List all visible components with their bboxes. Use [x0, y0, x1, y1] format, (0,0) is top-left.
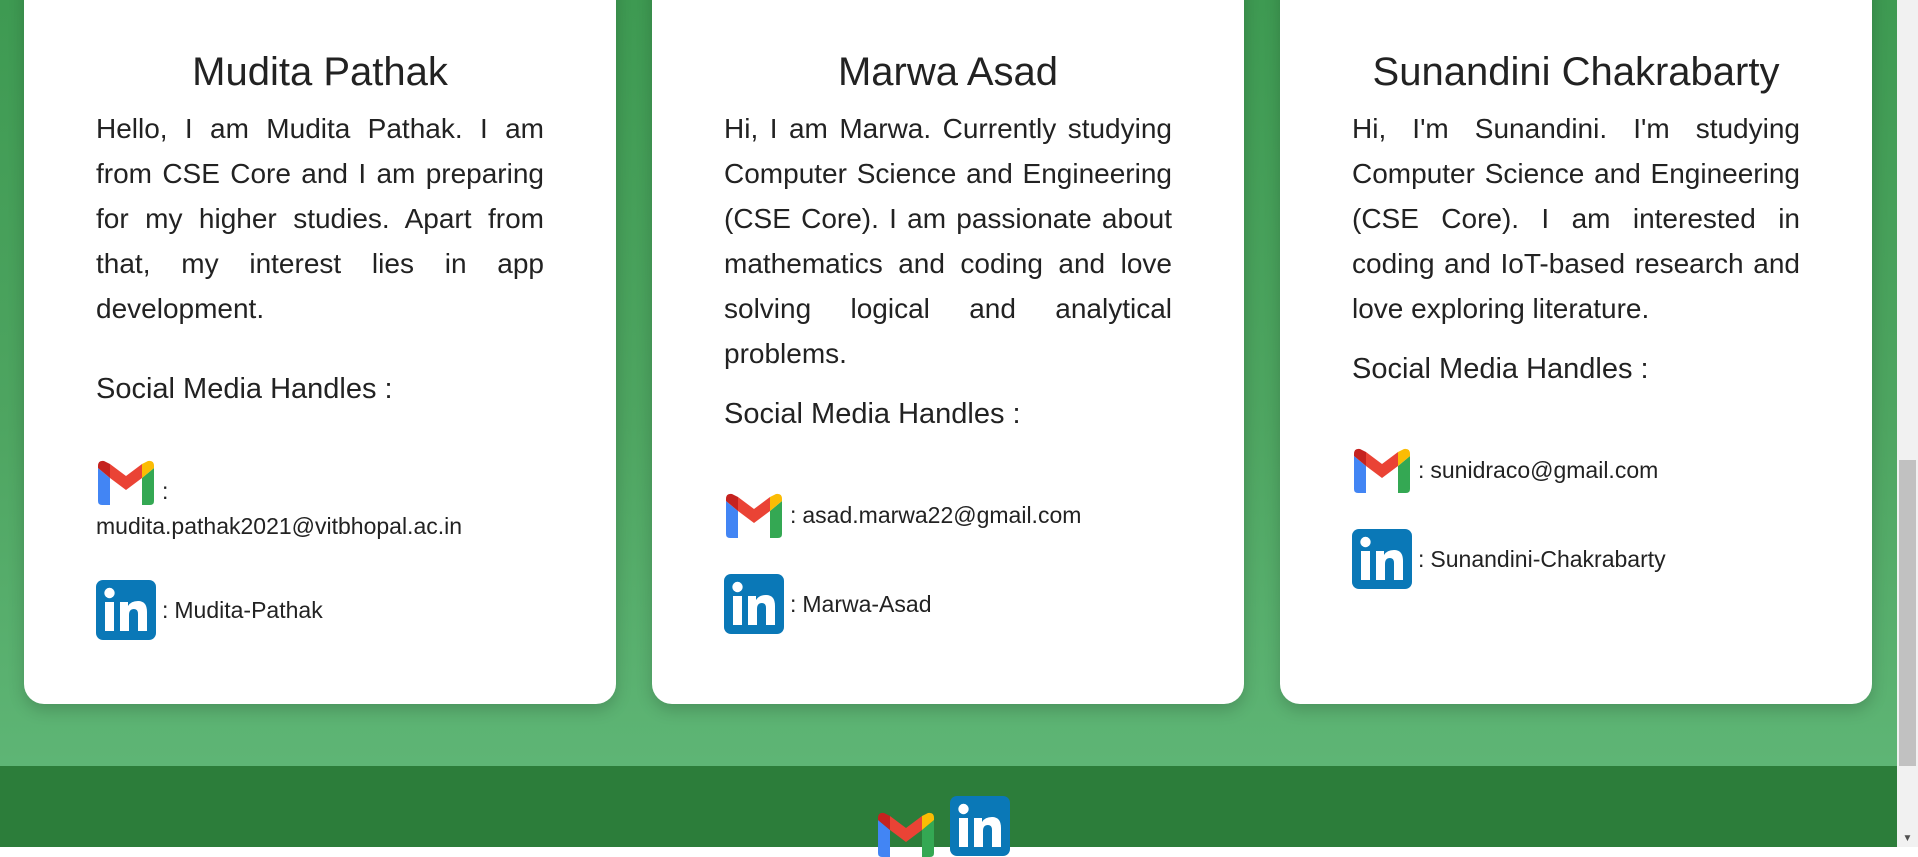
member-card-body: Sunandini Chakrabarty Hi, I'm Sunandini.… — [1352, 0, 1800, 589]
linkedin-separator: : — [162, 596, 169, 623]
page-background: Mudita Pathak Hello, I am Mudita Pathak.… — [0, 0, 1897, 857]
linkedin-icon[interactable] — [724, 574, 784, 634]
email-separator: : — [1418, 457, 1425, 483]
email-separator: : — [162, 478, 169, 504]
social-handles-heading: Social Media Handles : — [1352, 353, 1649, 385]
social-handles-heading: Social Media Handles : — [96, 373, 393, 405]
gmail-icon[interactable] — [876, 812, 936, 857]
linkedin-handle-text[interactable]: Sunandini-Chakrabarty — [1430, 546, 1665, 573]
linkedin-handle: : Sunandini-Chakrabarty — [1352, 529, 1800, 589]
member-bio: Hi, I am Marwa. Currently studying Compu… — [724, 113, 1172, 369]
member-bio: Hi, I'm Sunandini. I'm studying Computer… — [1352, 113, 1800, 324]
footer — [0, 766, 1897, 857]
social-handles-heading: Social Media Handles : — [724, 398, 1021, 430]
gmail-icon[interactable] — [724, 493, 784, 538]
email-handle: : sunidraco@gmail.com — [1352, 448, 1800, 493]
member-card-mudita: Mudita Pathak Hello, I am Mudita Pathak.… — [24, 0, 616, 704]
vertical-scrollbar[interactable]: ▼ — [1897, 0, 1918, 847]
gmail-icon[interactable] — [1352, 448, 1412, 493]
member-name: Mudita Pathak — [192, 50, 448, 94]
email-separator: : — [790, 502, 797, 528]
email-handle: : asad.marwa22@gmail.com — [724, 493, 1172, 538]
scroll-down-arrow-icon[interactable]: ▼ — [1897, 830, 1918, 847]
member-card-body: Marwa Asad Hi, I am Marwa. Currently stu… — [724, 0, 1172, 634]
member-bio: Hello, I am Mudita Pathak. I am from CSE… — [96, 113, 544, 324]
email-address[interactable]: mudita.pathak2021@vitbhopal.ac.in — [96, 513, 544, 540]
scrollbar-thumb[interactable] — [1899, 460, 1916, 766]
linkedin-separator: : — [790, 590, 797, 617]
linkedin-icon[interactable] — [1352, 529, 1412, 589]
member-card-body: Mudita Pathak Hello, I am Mudita Pathak.… — [96, 0, 544, 640]
linkedin-handle: : Mudita-Pathak — [96, 580, 544, 640]
linkedin-handle-text[interactable]: Mudita-Pathak — [174, 597, 322, 624]
email-handle: : mudita.pathak2021@vitbhopal.ac.in — [96, 460, 544, 540]
linkedin-handle-text[interactable]: Marwa-Asad — [802, 591, 931, 618]
member-name: Sunandini Chakrabarty — [1372, 50, 1780, 94]
linkedin-icon[interactable] — [96, 580, 156, 640]
linkedin-handle: : Marwa-Asad — [724, 574, 1172, 634]
linkedin-icon[interactable] — [950, 796, 1010, 856]
email-address[interactable]: asad.marwa22@gmail.com — [802, 502, 1081, 529]
member-card-marwa: Marwa Asad Hi, I am Marwa. Currently stu… — [652, 0, 1244, 704]
member-name: Marwa Asad — [837, 50, 1059, 94]
member-card-sunandini: Sunandini Chakrabarty Hi, I'm Sunandini.… — [1280, 0, 1872, 704]
gmail-icon[interactable] — [96, 460, 156, 505]
linkedin-separator: : — [1418, 545, 1425, 572]
footer-social-icons — [876, 796, 1010, 857]
email-address[interactable]: sunidraco@gmail.com — [1430, 457, 1658, 484]
